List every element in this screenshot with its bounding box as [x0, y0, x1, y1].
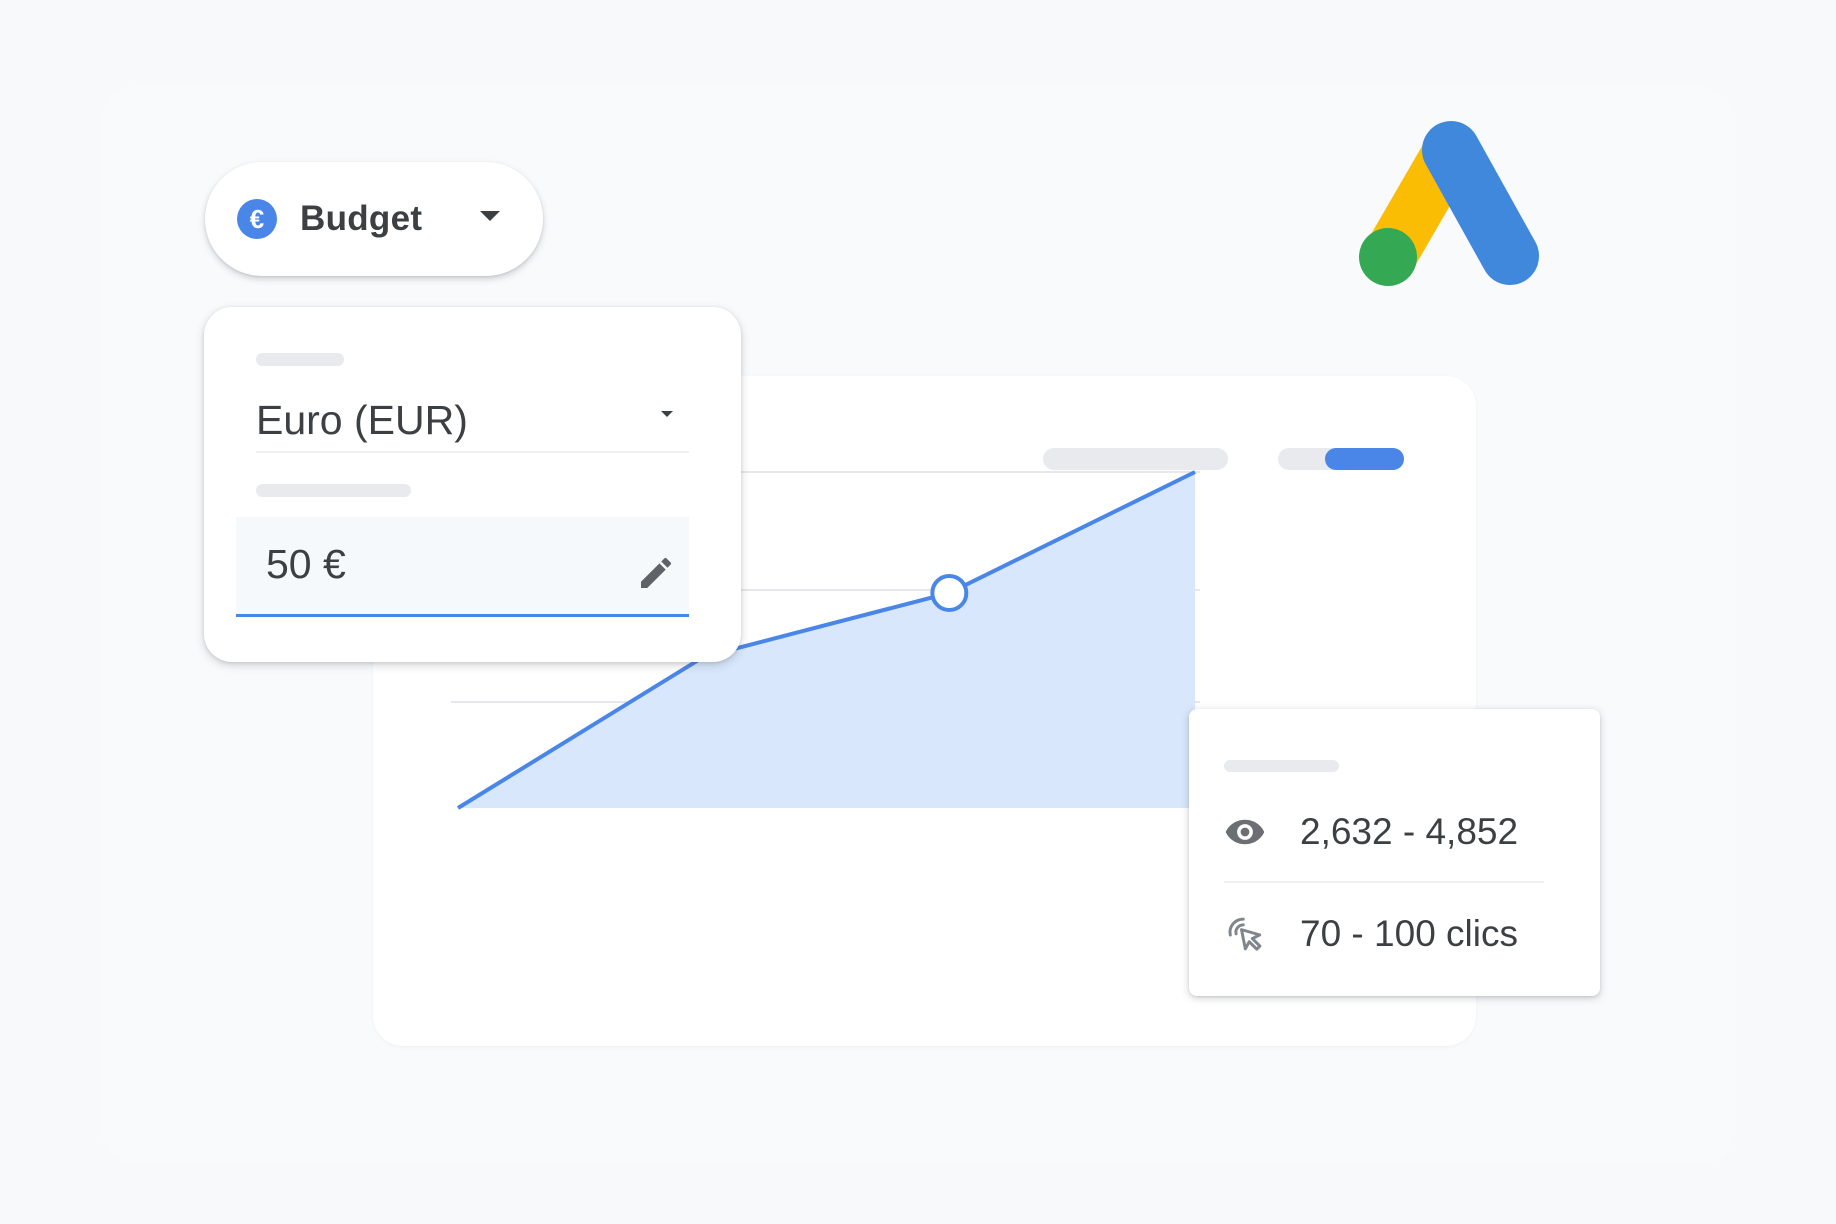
forecast-tooltip: 2,632 - 4,852 70 - 100 clics — [1189, 709, 1600, 996]
toggle-active[interactable] — [1325, 448, 1404, 470]
clicks-range: 70 - 100 clics — [1300, 913, 1518, 954]
pencil-icon[interactable] — [636, 553, 676, 593]
eye-icon — [1225, 819, 1265, 845]
currency-label-skeleton — [256, 353, 344, 366]
budget-amount-input[interactable]: 50 € — [236, 517, 689, 617]
budget-settings-card: Euro (EUR) 50 € — [204, 307, 741, 662]
currency-select[interactable]: Euro (EUR) — [256, 393, 689, 453]
currency-value: Euro (EUR) — [256, 397, 468, 443]
logo-green-dot — [1359, 228, 1417, 286]
budget-label: Budget — [300, 199, 423, 238]
chart-range-skeleton — [1043, 448, 1228, 470]
amount-label-skeleton — [256, 484, 411, 497]
budget-dropdown[interactable]: € Budget — [205, 162, 543, 276]
selected-data-point[interactable] — [930, 573, 969, 612]
logo-blue-stroke — [1422, 121, 1539, 285]
google-ads-logo — [1359, 121, 1539, 286]
chart-points — [930, 573, 969, 612]
chart-controls — [1043, 448, 1404, 470]
budget-amount-value: 50 € — [266, 541, 346, 587]
chevron-down-icon — [661, 411, 673, 417]
chevron-down-icon — [480, 211, 500, 221]
clicks-row: 70 - 100 clics — [1224, 909, 1544, 959]
euro-icon: € — [237, 199, 277, 239]
tooltip-title-skeleton — [1224, 760, 1339, 772]
impressions-range: 2,632 - 4,852 — [1300, 811, 1519, 852]
impressions-row: 2,632 - 4,852 — [1224, 807, 1544, 857]
tooltip-divider — [1224, 881, 1544, 883]
click-cursor-icon — [1228, 917, 1262, 951]
